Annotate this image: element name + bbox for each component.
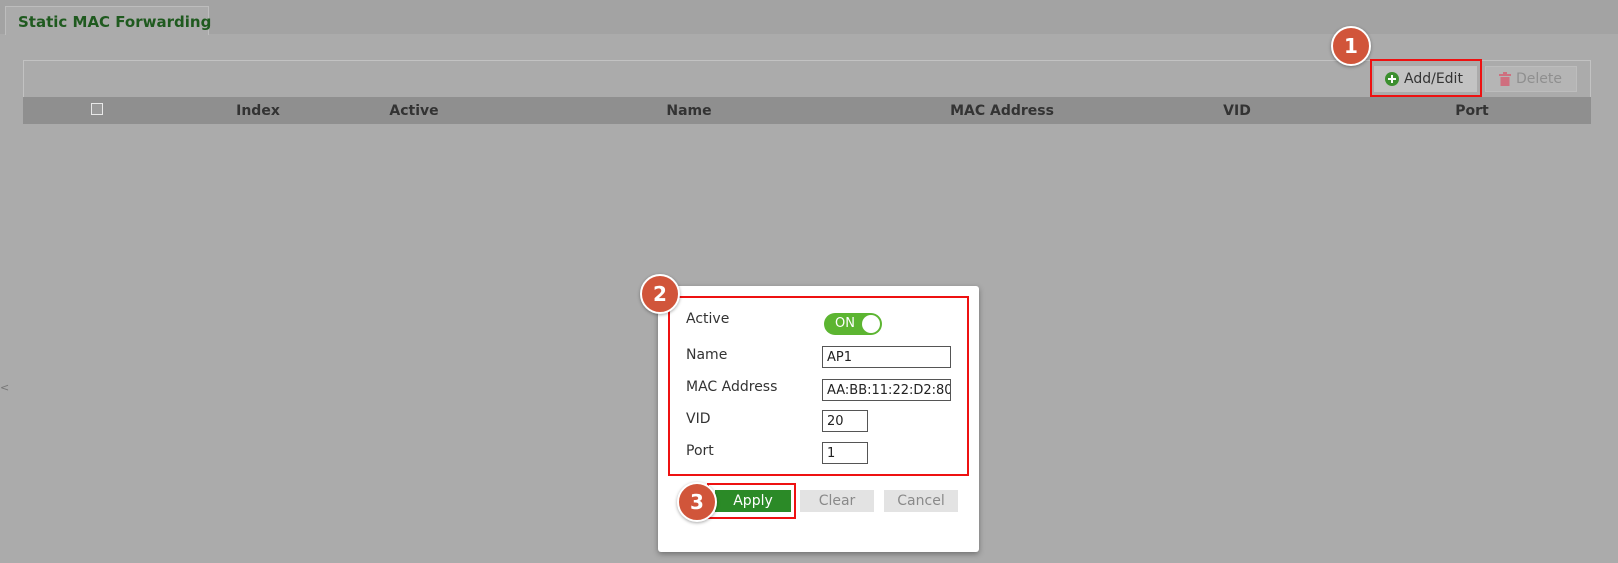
active-toggle[interactable]: ON (824, 313, 882, 335)
delete-button[interactable]: Delete (1485, 66, 1577, 92)
name-input[interactable]: AP1 (822, 346, 951, 368)
resize-handle-icon: < (0, 381, 10, 394)
active-toggle-text: ON (835, 316, 855, 331)
column-header-active[interactable]: Active (389, 103, 438, 119)
port-label: Port (686, 443, 714, 459)
trash-icon (1499, 72, 1511, 86)
toggle-knob (862, 315, 880, 333)
column-header-mac-address[interactable]: MAC Address (950, 103, 1054, 119)
select-all-checkbox[interactable] (91, 103, 103, 115)
cancel-button[interactable]: Cancel (884, 490, 958, 512)
column-header-index[interactable]: Index (236, 103, 280, 119)
column-header-vid[interactable]: VID (1223, 103, 1251, 119)
tab-label: Static MAC Forwarding (18, 13, 212, 31)
tab-static-mac-forwarding[interactable]: Static MAC Forwarding (5, 6, 212, 35)
clear-button[interactable]: Clear (800, 490, 874, 512)
delete-label: Delete (1516, 71, 1562, 87)
active-label: Active (686, 311, 730, 327)
mac-address-label: MAC Address (686, 379, 778, 395)
tab-bar (0, 0, 1618, 34)
callout-box-apply (707, 483, 796, 519)
step-badge-2: 2 (640, 274, 680, 314)
step-badge-1: 1 (1331, 26, 1371, 66)
name-label: Name (686, 347, 728, 363)
port-input[interactable]: 1 (822, 442, 868, 464)
column-header-name[interactable]: Name (666, 103, 711, 119)
column-header-port[interactable]: Port (1455, 103, 1488, 119)
mac-address-input[interactable]: AA:BB:11:22:D2:80 (822, 379, 951, 401)
vid-label: VID (686, 411, 711, 427)
step-badge-3: 3 (677, 482, 717, 522)
callout-box-add-edit (1370, 59, 1482, 97)
vid-input[interactable]: 20 (822, 410, 868, 432)
